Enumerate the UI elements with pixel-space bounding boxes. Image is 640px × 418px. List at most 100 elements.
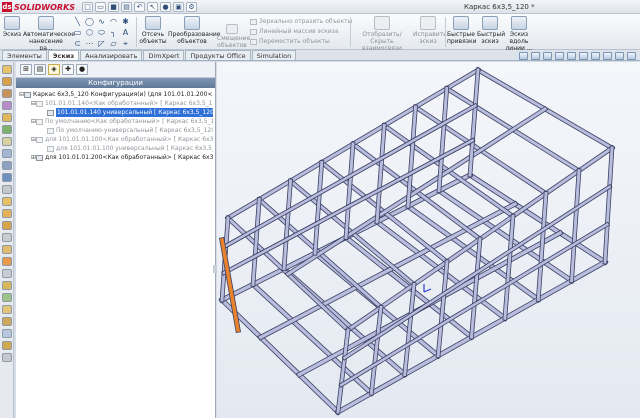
interference-icon[interactable]	[1, 233, 12, 242]
tab-features[interactable]: Элементы	[2, 50, 47, 60]
display-style-icon[interactable]	[579, 52, 588, 60]
plane-icon[interactable]: ▱	[108, 39, 119, 49]
centerline-icon[interactable]: ⋯	[84, 39, 95, 49]
feature-manager-tab-icon[interactable]: ⊞	[20, 64, 32, 75]
chamfer-icon[interactable]: ◸	[96, 39, 107, 49]
new-document-icon[interactable]: □	[82, 2, 93, 12]
save-icon[interactable]: ■	[108, 2, 119, 12]
section-properties-icon[interactable]	[1, 221, 12, 230]
tab-office-products[interactable]: Продукты Office	[185, 50, 251, 60]
edit-appearance-icon[interactable]	[603, 52, 612, 60]
circle-icon[interactable]: ◯	[84, 17, 95, 27]
fillet-icon[interactable]: ╮	[108, 28, 119, 38]
hide-show-items-icon[interactable]	[591, 52, 600, 60]
sketch-ink-button[interactable]: Эскиз вдоль линии ...	[505, 16, 533, 52]
zoom-to-fit-icon[interactable]	[519, 52, 528, 60]
convert-entities-button[interactable]: Преобразование объектов	[168, 16, 220, 45]
wall-post[interactable]	[344, 142, 355, 240]
reference-plane-icon[interactable]	[1, 173, 12, 182]
mirror-feature-icon[interactable]	[1, 317, 12, 326]
display-manager-tab-icon[interactable]: ●	[76, 64, 88, 75]
rebuild-icon[interactable]: ●	[160, 2, 171, 12]
weldment-frame-model[interactable]	[217, 62, 640, 418]
configuration-manager-tab-icon[interactable]: ◈	[48, 64, 60, 75]
pattern-icon[interactable]	[1, 305, 12, 314]
property-manager-tab-icon[interactable]: ▤	[34, 64, 46, 75]
rapid-sketch-button[interactable]: Быстрый эскиз	[477, 16, 505, 45]
tab-sketch[interactable]: Эскиз	[47, 50, 80, 60]
tree-root-configurations[interactable]: ⊟ Каркас 6х3,5_120 Конфигурация(и) (для …	[19, 90, 213, 99]
quick-snaps-button[interactable]: Быстрые привязки	[447, 16, 477, 45]
apply-scene-icon[interactable]	[615, 52, 624, 60]
repair-sketch-button[interactable]: Исправить эскиз	[413, 16, 447, 45]
section-view-icon[interactable]	[555, 52, 564, 60]
undo-icon[interactable]: ↶	[134, 2, 145, 12]
measure-icon[interactable]	[1, 209, 12, 218]
ellipse-icon[interactable]: ⬭	[96, 28, 107, 38]
trim-entities-button[interactable]: Отсечь объекты	[139, 16, 167, 45]
polygon-icon[interactable]: ⬡	[84, 28, 95, 38]
rectangle-icon[interactable]: ▭	[72, 28, 83, 38]
move-entities-button[interactable]: Переместить объекты	[250, 37, 352, 47]
view-orientation-icon[interactable]	[567, 52, 576, 60]
cut-list-icon[interactable]	[1, 257, 12, 266]
weldment-icon[interactable]	[1, 65, 12, 74]
point-icon[interactable]: ✱	[120, 17, 131, 27]
tab-simulation[interactable]: Simulation	[251, 50, 297, 60]
open-folder-icon[interactable]: ▭	[95, 2, 106, 12]
mirror-entities-button[interactable]: Зеркально отразить объекты	[250, 17, 352, 27]
floor-cross-member[interactable]	[219, 297, 341, 415]
spline-icon[interactable]: ∿	[96, 17, 107, 27]
dimxpert-manager-tab-icon[interactable]: ✚	[62, 64, 74, 75]
extrude-cut-icon[interactable]	[1, 149, 12, 158]
sketch-3d-icon[interactable]	[1, 245, 12, 254]
slot-icon[interactable]: ⊂	[72, 39, 83, 49]
wall-post[interactable]	[503, 214, 515, 320]
select-icon[interactable]: ↖	[147, 2, 158, 12]
wall-post[interactable]	[603, 146, 614, 264]
previous-view-icon[interactable]	[543, 52, 552, 60]
file-properties-icon[interactable]: ▣	[173, 2, 184, 12]
extrude-boss-icon[interactable]	[1, 137, 12, 146]
solidworks-logo[interactable]: ds SOLIDWORKS	[2, 1, 75, 13]
hole-icon[interactable]	[1, 161, 12, 170]
wall-post[interactable]	[570, 169, 581, 283]
tree-item-configuration[interactable]: ⊟ 101.01.01.140<Как обработанный> [ Карк…	[19, 99, 213, 108]
tree-item-derived-configuration[interactable]: 101.01.01.140 универсальный [ Каркас 6х3…	[19, 108, 213, 117]
combine-icon[interactable]	[1, 293, 12, 302]
smart-dimension-button[interactable]: Автоматическое нанесение ра...	[23, 16, 75, 52]
tree-item-derived-configuration[interactable]: По умолчанию-универсальный [ Каркас 6х3,…	[19, 126, 213, 135]
curve-icon[interactable]	[1, 329, 12, 338]
tree-item-derived-configuration[interactable]: для 101.01.01.100 универсальный [ Каркас…	[19, 144, 213, 153]
tree-item-active-configuration[interactable]: ⊞ для 101.01.01.200<Как обработанный> [ …	[19, 153, 213, 162]
arc-icon[interactable]: ◠	[108, 17, 119, 27]
offset-entities-button[interactable]: Смещение объектов	[217, 24, 250, 49]
wall-post[interactable]	[468, 68, 480, 177]
options-icon[interactable]: ⚙	[186, 2, 197, 12]
end-cap-icon[interactable]	[1, 101, 12, 110]
tree-item-configuration[interactable]: ⊟ По умолчанию<Как обработанный> [ Карка…	[19, 117, 213, 126]
reference-axis-icon[interactable]	[1, 185, 12, 194]
move-copy-body-icon[interactable]	[1, 281, 12, 290]
print-icon[interactable]: ▤	[121, 2, 132, 12]
linear-pattern-button[interactable]: Линейный массив эскиза	[250, 27, 352, 37]
view-settings-icon[interactable]	[627, 52, 636, 60]
gusset-icon[interactable]	[1, 89, 12, 98]
tree-item-configuration[interactable]: ⊟ для 101.01.01.100<Как обработанный> [ …	[19, 135, 213, 144]
text-icon[interactable]: A	[120, 28, 131, 38]
fillet-bead-icon[interactable]	[1, 125, 12, 134]
split-icon[interactable]	[1, 269, 12, 278]
construction-icon[interactable]: ⌖	[120, 39, 131, 49]
trim-extend-icon[interactable]	[1, 113, 12, 122]
library-icon[interactable]	[1, 341, 12, 350]
graphics-area[interactable]	[217, 62, 640, 418]
tab-dimxpert[interactable]: DimXpert	[143, 50, 185, 60]
mass-properties-icon[interactable]	[1, 197, 12, 206]
structural-member-icon[interactable]	[1, 77, 12, 86]
show-relations-button[interactable]: Отобразить/Скрыть взаимосвязи	[353, 16, 411, 52]
sketch-button[interactable]: Эскиз	[2, 16, 22, 38]
line-icon[interactable]: ╲	[72, 17, 83, 27]
tab-evaluate[interactable]: Анализировать	[80, 50, 143, 60]
custom-tool-icon[interactable]	[1, 353, 12, 362]
zoom-area-icon[interactable]	[531, 52, 540, 60]
